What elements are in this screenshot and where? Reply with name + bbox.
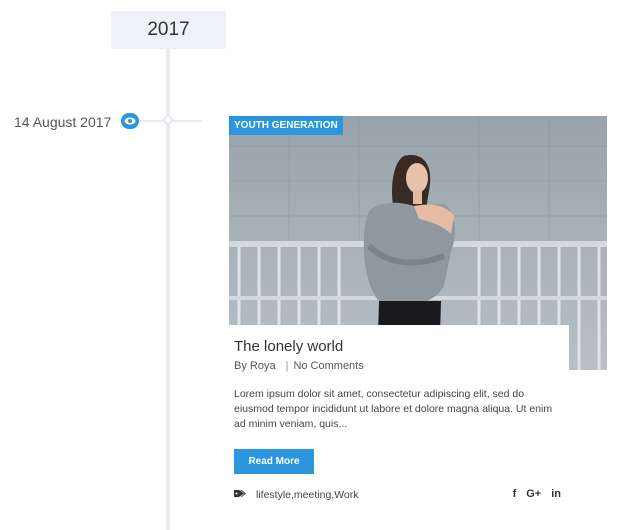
read-more-button[interactable]: Read More [234, 449, 314, 474]
post-title[interactable]: The lonely world [234, 338, 343, 355]
post-excerpt: Lorem ipsum dolor sit amet, consectetur … [234, 388, 553, 430]
post-meta: By Roya | No Comments [234, 360, 364, 372]
facebook-icon[interactable]: f [513, 488, 517, 500]
post-card: The lonely world By Roya | No Comments Lor… [229, 325, 569, 530]
googleplus-icon[interactable]: G+ [526, 488, 541, 500]
linkedin-icon[interactable]: in [551, 488, 561, 500]
post-tags: lifestyle,meeting,Work [234, 489, 359, 501]
eye-icon [121, 113, 139, 129]
tag-list[interactable]: lifestyle,meeting,Work [256, 489, 359, 501]
tag-icon [234, 489, 246, 501]
meta-separator: | [285, 360, 289, 372]
timeline-node [163, 115, 173, 125]
category-badge[interactable]: YOUTH GENERATION [229, 116, 343, 135]
year-label: 2017 [111, 11, 226, 49]
social-share: f G+ in [513, 488, 561, 500]
post-date: 14 August 2017 [14, 114, 112, 130]
post-comments[interactable]: No Comments [293, 360, 363, 372]
post-author[interactable]: By Roya [234, 360, 276, 372]
